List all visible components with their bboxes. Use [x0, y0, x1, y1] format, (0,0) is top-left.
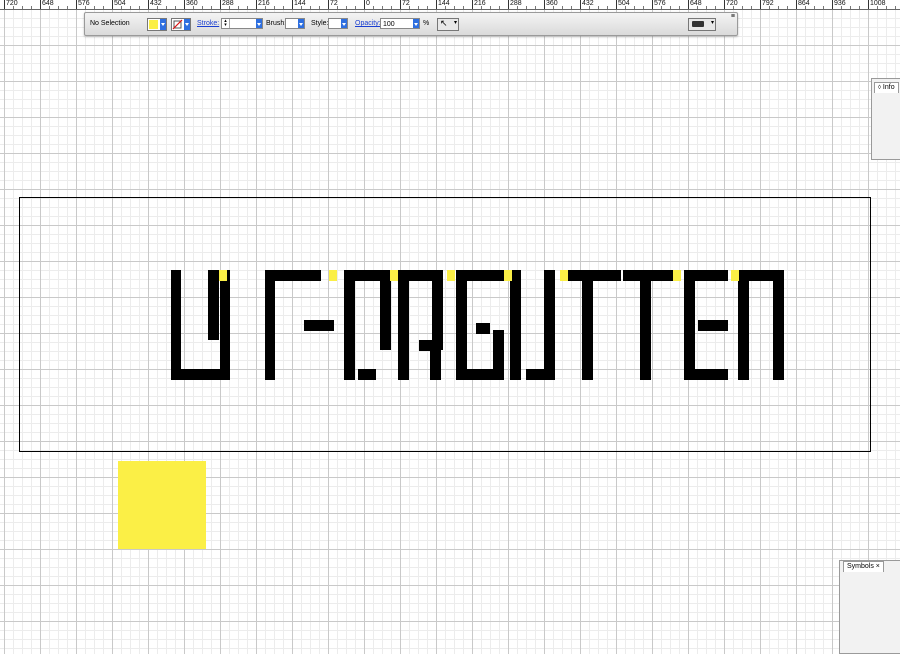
wordmark-black-shapes[interactable]	[171, 270, 784, 380]
glyph-segment[interactable]	[398, 270, 409, 380]
accent-segment[interactable]	[731, 270, 739, 281]
glyph-segment[interactable]	[698, 320, 728, 331]
accent-segment[interactable]	[390, 270, 398, 281]
glyph-segment[interactable]	[738, 270, 749, 380]
glyph-segment[interactable]	[344, 270, 355, 380]
glyph-segment[interactable]	[456, 270, 467, 380]
accent-segment[interactable]	[504, 270, 512, 281]
glyph-segment[interactable]	[380, 270, 391, 350]
glyph-segment[interactable]	[171, 369, 221, 380]
glyph-segment[interactable]	[510, 270, 521, 380]
accent-segment[interactable]	[447, 270, 455, 281]
glyph-segment[interactable]	[358, 369, 376, 380]
glyph-segment[interactable]	[567, 270, 621, 281]
glyph-segment[interactable]	[275, 270, 321, 281]
glyph-segment[interactable]	[526, 369, 544, 380]
glyph-segment[interactable]	[208, 270, 219, 340]
glyph-segment[interactable]	[265, 270, 275, 380]
glyph-segment[interactable]	[171, 270, 181, 380]
glyph-segment[interactable]	[684, 369, 728, 380]
glyph-segment[interactable]	[432, 270, 443, 350]
accent-segment[interactable]	[560, 270, 568, 281]
accent-segment[interactable]	[329, 270, 337, 281]
glyph-segment[interactable]	[582, 270, 593, 380]
glyph-segment[interactable]	[220, 270, 230, 380]
accent-segment[interactable]	[219, 270, 227, 281]
glyph-segment[interactable]	[773, 270, 784, 380]
yellow-square-shape[interactable]	[118, 461, 206, 549]
accent-segment[interactable]	[673, 270, 681, 281]
glyph-segment[interactable]	[684, 270, 695, 380]
wordmark-artwork[interactable]	[0, 0, 900, 650]
glyph-segment[interactable]	[544, 270, 555, 380]
glyph-segment[interactable]	[304, 320, 334, 331]
glyph-segment[interactable]	[430, 340, 441, 380]
glyph-segment[interactable]	[640, 270, 651, 380]
glyph-segment[interactable]	[493, 330, 504, 380]
glyph-segment[interactable]	[476, 323, 490, 334]
